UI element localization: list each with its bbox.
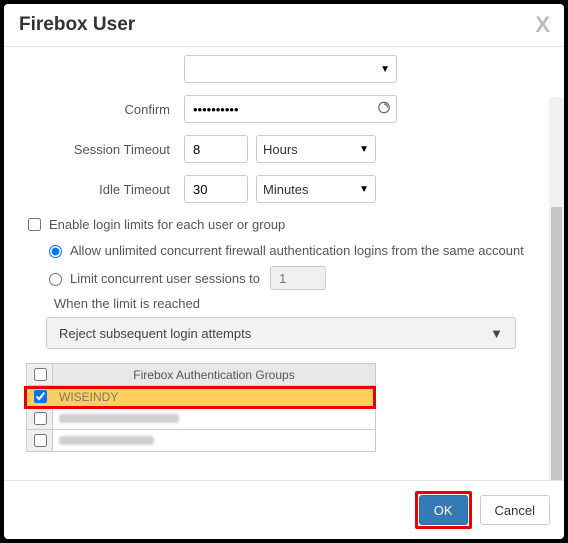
session-unit-value: Hours: [263, 142, 298, 157]
allow-unlimited-label: Allow unlimited concurrent firewall auth…: [70, 243, 524, 258]
dialog-body: ▼ Confirm Session Timeout Hours ▼ Idle T…: [4, 46, 564, 481]
confirm-input[interactable]: [184, 95, 397, 123]
table-row[interactable]: [27, 408, 376, 430]
idle-timeout-unit-select[interactable]: Minutes ▼: [256, 175, 376, 203]
group-name: [53, 430, 376, 452]
enable-limits-checkbox[interactable]: [28, 218, 41, 231]
group-name: WISEINDY: [53, 386, 376, 408]
allow-unlimited-row[interactable]: Allow unlimited concurrent firewall auth…: [44, 242, 542, 258]
session-timeout-unit-select[interactable]: Hours ▼: [256, 135, 376, 163]
enable-limits-label: Enable login limits for each user or gro…: [49, 217, 285, 232]
chevron-down-icon: ▼: [380, 64, 390, 75]
ok-button[interactable]: OK: [419, 495, 468, 525]
firebox-user-dialog: Firebox User X ▼ Confirm Session Timeout…: [4, 4, 564, 539]
auth-groups-table: Firebox Authentication Groups WISEINDY: [26, 363, 376, 452]
session-timeout-row: Session Timeout Hours ▼: [14, 135, 542, 163]
chevron-down-icon: ▼: [490, 326, 503, 341]
select-all-checkbox[interactable]: [34, 368, 47, 381]
idle-timeout-label: Idle Timeout: [14, 182, 184, 197]
confirm-label: Confirm: [14, 102, 184, 117]
allow-unlimited-radio[interactable]: [49, 245, 62, 258]
cancel-button[interactable]: Cancel: [480, 495, 550, 525]
session-timeout-label: Session Timeout: [14, 142, 184, 157]
limit-sessions-label: Limit concurrent user sessions to: [70, 271, 260, 286]
dialog-header: Firebox User X: [4, 4, 564, 36]
field-row-unknown: ▼: [14, 55, 542, 83]
group-name: [53, 408, 376, 430]
idle-timeout-row: Idle Timeout Minutes ▼: [14, 175, 542, 203]
row-checkbox[interactable]: [34, 434, 47, 447]
row-checkbox[interactable]: [34, 390, 47, 403]
scrollbar-thumb[interactable]: [551, 207, 562, 481]
table-row[interactable]: [27, 430, 376, 452]
select-all-header[interactable]: [27, 364, 53, 386]
highlight-annotation: OK: [415, 491, 472, 529]
table-row[interactable]: WISEINDY: [27, 386, 376, 408]
limit-reached-label: When the limit is reached: [54, 296, 542, 311]
chevron-down-icon: ▼: [359, 184, 369, 195]
enable-limits-row[interactable]: Enable login limits for each user or gro…: [24, 215, 542, 234]
session-timeout-input[interactable]: [184, 135, 248, 163]
limit-action-select[interactable]: Reject subsequent login attempts ▼: [46, 317, 516, 349]
dialog-title: Firebox User: [19, 14, 135, 35]
unknown-select[interactable]: ▼: [184, 55, 397, 83]
groups-header: Firebox Authentication Groups: [53, 364, 376, 386]
dialog-footer: OK Cancel: [4, 481, 564, 539]
chevron-down-icon: ▼: [359, 144, 369, 155]
reveal-password-icon[interactable]: [377, 101, 391, 118]
limit-action-value: Reject subsequent login attempts: [59, 326, 251, 341]
limit-sessions-radio[interactable]: [49, 273, 62, 286]
confirm-row: Confirm: [14, 95, 542, 123]
limit-sessions-input: [270, 266, 326, 290]
limit-sessions-row[interactable]: Limit concurrent user sessions to: [44, 266, 542, 290]
idle-timeout-input[interactable]: [184, 175, 248, 203]
vertical-scrollbar[interactable]: [549, 97, 564, 481]
idle-unit-value: Minutes: [263, 182, 309, 197]
row-checkbox[interactable]: [34, 412, 47, 425]
table-header-row: Firebox Authentication Groups: [27, 364, 376, 386]
close-icon[interactable]: X: [535, 12, 550, 38]
